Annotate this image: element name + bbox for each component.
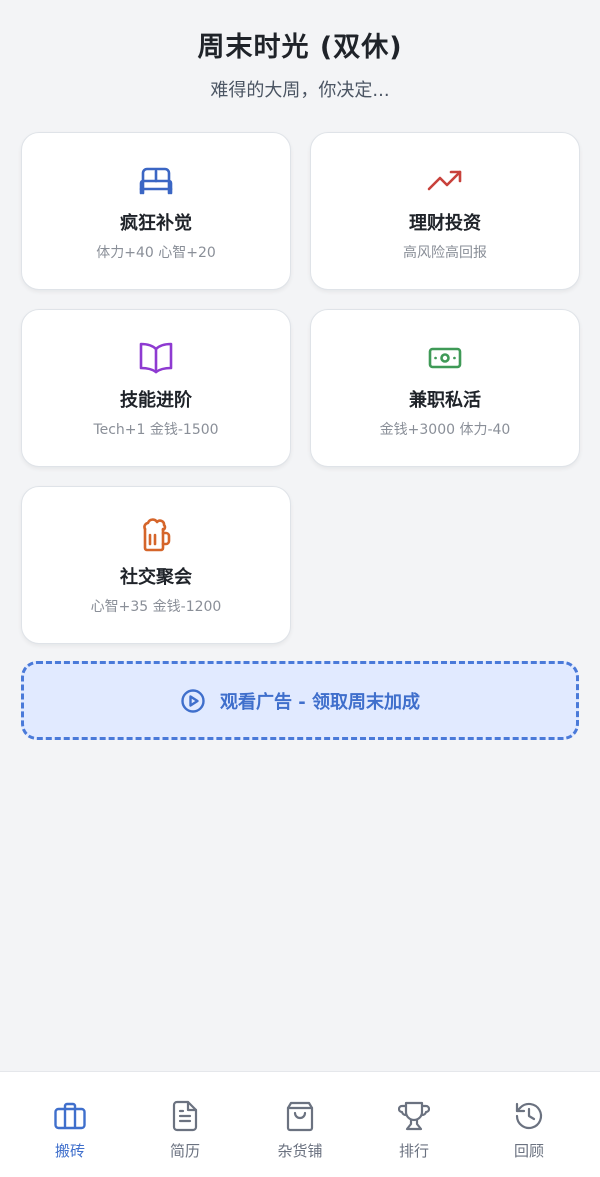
shopping-bag-icon: [240, 1099, 360, 1133]
nav-label: 回顾: [513, 1142, 544, 1160]
option-title: 社交聚会: [120, 567, 192, 588]
option-title: 技能进阶: [120, 390, 192, 411]
nav-tab-review[interactable]: 回顾: [469, 1072, 589, 1177]
option-effect: 心智+35 金钱-1200: [90, 599, 222, 615]
option-title: 兼职私活: [409, 390, 481, 411]
header: 周末时光 (双休) 难得的大周，你决定...: [0, 28, 600, 104]
nav-tab-work[interactable]: 搬砖: [10, 1072, 130, 1177]
briefcase-icon: [10, 1099, 130, 1133]
option-effect: 金钱+3000 体力-40: [379, 422, 511, 438]
nav-tab-ranking[interactable]: 排行: [354, 1072, 474, 1177]
option-card-party[interactable]: 社交聚会 心智+35 金钱-1200: [21, 486, 291, 644]
document-icon: [125, 1099, 245, 1133]
play-circle-icon: [180, 688, 206, 714]
beer-mug-icon: [22, 517, 290, 553]
bottom-nav: 搬砖 简历 杂货铺 排行 回顾: [0, 1071, 600, 1177]
weekend-screen: 周末时光 (双休) 难得的大周，你决定... 疯狂补觉 体力+40 心智+20: [0, 0, 600, 1177]
option-card-sleep[interactable]: 疯狂补觉 体力+40 心智+20: [21, 132, 291, 290]
nav-tab-shop[interactable]: 杂货铺: [240, 1072, 360, 1177]
nav-tab-resume[interactable]: 简历: [125, 1072, 245, 1177]
option-effect: Tech+1 金钱-1500: [93, 422, 219, 438]
option-title: 理财投资: [409, 213, 481, 234]
option-card-skill[interactable]: 技能进阶 Tech+1 金钱-1500: [21, 309, 291, 467]
option-title: 疯狂补觉: [120, 213, 192, 234]
bed-icon: [22, 163, 290, 199]
nav-label: 杂货铺: [277, 1142, 323, 1160]
book-open-icon: [22, 340, 290, 376]
page-title: 周末时光 (双休): [197, 32, 403, 63]
history-icon: [469, 1099, 589, 1133]
option-effect: 体力+40 心智+20: [96, 245, 216, 261]
nav-label: 简历: [169, 1142, 200, 1160]
banknote-icon: [311, 340, 579, 376]
nav-label: 搬砖: [54, 1142, 85, 1160]
nav-label: 排行: [398, 1142, 429, 1160]
watch-ad-label: 观看广告 - 领取周末加成: [219, 691, 420, 713]
trending-up-icon: [311, 163, 579, 199]
trophy-icon: [354, 1099, 474, 1133]
page-subtitle: 难得的大周，你决定...: [210, 80, 390, 101]
option-card-invest[interactable]: 理财投资 高风险高回报: [310, 132, 580, 290]
watch-ad-button[interactable]: 观看广告 - 领取周末加成: [21, 661, 579, 740]
option-card-side-job[interactable]: 兼职私活 金钱+3000 体力-40: [310, 309, 580, 467]
option-effect: 高风险高回报: [403, 245, 487, 261]
